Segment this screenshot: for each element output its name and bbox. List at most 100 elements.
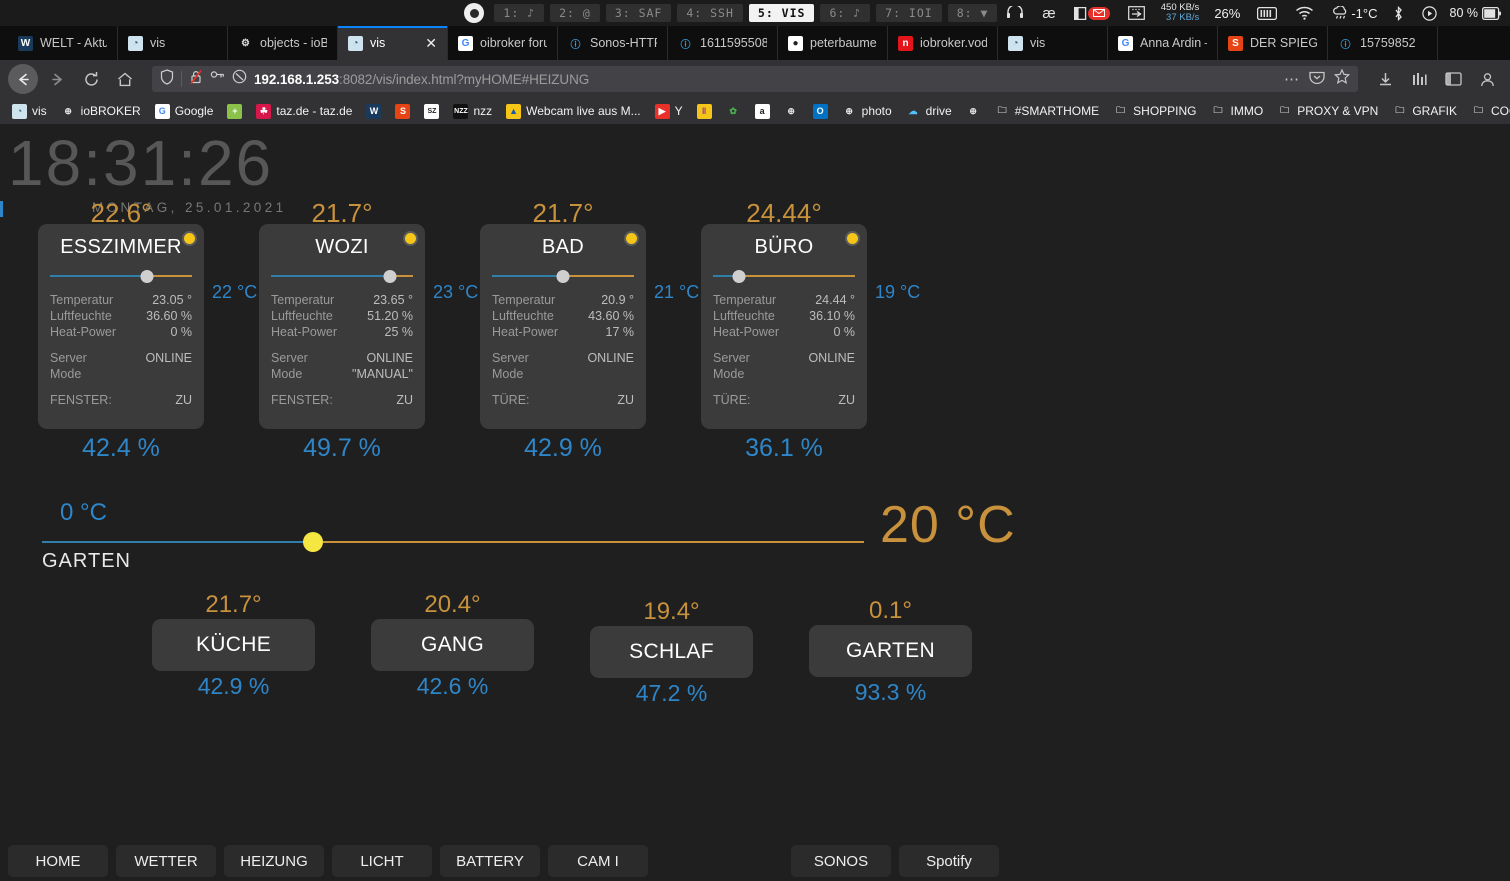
transfer-icon[interactable] — [1119, 0, 1154, 26]
bookmark-item[interactable]: SZ — [418, 102, 445, 121]
workspace-2[interactable]: 2: @ — [550, 4, 600, 22]
shield-icon[interactable] — [160, 68, 174, 90]
bookmark-item[interactable]: ☘ taz.de - taz.de — [250, 102, 358, 121]
bookmark-item[interactable]: G Google — [149, 102, 220, 121]
bookmark-star-icon[interactable] — [1333, 68, 1351, 89]
room-button-label[interactable]: KÜCHE — [152, 619, 315, 671]
bookmark-item[interactable]: ⊕ photo — [836, 102, 898, 121]
browser-tab[interactable]: ⓘ 16115955089 — [668, 26, 778, 60]
bookmark-item[interactable]: W — [360, 102, 387, 121]
nav-button-wetter[interactable]: WETTER — [116, 845, 216, 877]
bookmark-item[interactable]: ⊕ ioBROKER — [55, 102, 147, 121]
bluetooth-icon[interactable] — [1384, 0, 1413, 26]
room-button-label[interactable]: SCHLAF — [590, 626, 753, 678]
setpoint-slider[interactable] — [713, 269, 855, 283]
bookmark-item[interactable]: S — [389, 102, 416, 121]
bookmark-item[interactable]: ▶ Y — [649, 102, 689, 121]
garten-slider-thumb[interactable] — [303, 532, 324, 552]
permissions-icon[interactable] — [210, 70, 225, 89]
record-dot-icon[interactable] — [464, 3, 485, 23]
bookmark-item[interactable]: ☁ drive — [900, 102, 958, 121]
browser-tab[interactable]: G Anna Ardin – — [1108, 26, 1218, 60]
light-bulb-icon[interactable] — [403, 231, 418, 246]
nav-button-spotify[interactable]: Spotify — [899, 845, 999, 877]
browser-tab[interactable]: Goibroker foru — [448, 26, 558, 60]
nav-button-sonos[interactable]: SONOS — [791, 845, 891, 877]
slider-thumb[interactable] — [140, 270, 154, 283]
card-body[interactable]: BAD Temperatur 20.9 ° Luftfeuchte 43.60 % Hea… — [480, 224, 646, 429]
mail-icon[interactable] — [1065, 0, 1119, 26]
bookmark-item[interactable]: a — [749, 102, 776, 121]
weather-icon[interactable] — [1323, 0, 1351, 26]
bookmark-item[interactable]: 🗀 GRAFIK — [1386, 102, 1463, 121]
room-button[interactable]: 0.1° GARTEN 93.3 % — [809, 597, 972, 705]
forward-button[interactable] — [42, 64, 72, 94]
bookmark-item[interactable]: ▲ Webcam live aus M... — [500, 102, 646, 121]
setpoint-slider[interactable] — [492, 269, 634, 283]
setpoint-slider[interactable] — [271, 269, 413, 283]
play-icon[interactable] — [1413, 0, 1446, 26]
setpoint-slider[interactable] — [50, 269, 192, 283]
downloads-icon[interactable] — [1370, 64, 1400, 94]
light-bulb-icon[interactable] — [845, 231, 860, 246]
card-body[interactable]: WOZI Temperatur 23.65 ° Luftfeuchte 51.20 % H… — [259, 224, 425, 429]
card-body[interactable]: BÜRO Temperatur 24.44 ° Luftfeuchte 36.10 % H… — [701, 224, 867, 429]
battery-icon[interactable] — [1482, 0, 1506, 26]
bookmark-item[interactable]: ✿ — [720, 102, 747, 121]
tracking-protection-icon[interactable] — [232, 69, 247, 89]
library-icon[interactable] — [1404, 64, 1434, 94]
no-lock-icon[interactable] — [189, 69, 203, 90]
bookmark-item[interactable]: ⊕ — [960, 102, 987, 121]
page-scrollbar[interactable] — [0, 144, 3, 284]
nav-button-battery[interactable]: BATTERY — [440, 845, 540, 877]
bookmark-item[interactable]: NZZ nzz — [447, 102, 498, 121]
browser-tab[interactable]: ⓘ Sonos-HTTP- — [558, 26, 668, 60]
headphones-icon[interactable] — [997, 0, 1033, 26]
workspace-7[interactable]: 7: IOI — [876, 4, 942, 22]
ae-icon[interactable]: æ — [1033, 0, 1064, 26]
workspace-8[interactable]: 8: ▼ — [947, 4, 998, 22]
light-bulb-icon[interactable] — [624, 231, 639, 246]
back-button[interactable] — [8, 64, 38, 94]
browser-tab[interactable]: S DER SPIEGEL — [1218, 26, 1328, 60]
room-button-label[interactable]: GANG — [371, 619, 534, 671]
room-button[interactable]: 20.4° GANG 42.6 % — [371, 591, 534, 699]
bookmark-item[interactable]: O — [807, 102, 834, 121]
bookmark-item[interactable]: 🗀 #SMARTHOME — [989, 102, 1105, 121]
workspace-5[interactable]: 5: VIS — [748, 4, 815, 22]
workspace-switcher[interactable]: 1: ♪ 2: @ 3: SAF 4: SSH 5: VIS 6: ♪ 7: IOI 8: ▼ — [494, 4, 998, 22]
browser-tab[interactable]: W WELT - Aktue — [8, 26, 118, 60]
light-bulb-icon[interactable] — [182, 231, 197, 246]
pocket-icon[interactable] — [1309, 70, 1325, 89]
browser-tab[interactable]: ◔ vis — [998, 26, 1108, 60]
workspace-1[interactable]: 1: ♪ — [494, 4, 545, 22]
browser-tab[interactable]: ● peterbaumer — [778, 26, 888, 60]
slider-thumb[interactable] — [732, 270, 746, 283]
nav-button-home[interactable]: HOME — [8, 845, 108, 877]
bookmark-item[interactable]: ◔ vis — [6, 102, 53, 121]
browser-tab[interactable]: ◔ vis — [118, 26, 228, 60]
room-button-label[interactable]: GARTEN — [809, 625, 972, 677]
address-bar[interactable]: 192.168.1.253:8082/vis/index.html?myHOME… — [152, 66, 1358, 92]
browser-tab[interactable]: ⓘ 15759852 — [1328, 26, 1438, 60]
bookmark-item[interactable]: 🗀 COOK — [1465, 102, 1510, 121]
home-button[interactable] — [110, 64, 140, 94]
workspace-3[interactable]: 3: SAF — [605, 4, 672, 22]
workspace-6[interactable]: 6: ♪ — [820, 4, 871, 22]
browser-tab[interactable]: n iobroker.voda — [888, 26, 998, 60]
room-button[interactable]: 19.4° SCHLAF 47.2 % — [590, 598, 753, 706]
room-button[interactable]: 21.7° KÜCHE 42.9 % — [152, 591, 315, 699]
page-actions-icon[interactable]: ⋯ — [1284, 70, 1300, 88]
bookmark-item[interactable]: ‖ — [691, 102, 718, 121]
bookmark-item[interactable]: + — [221, 102, 248, 121]
browser-tab[interactable]: ◔ vis ✕ — [338, 26, 448, 60]
nav-button-licht[interactable]: LICHT — [332, 845, 432, 877]
slider-thumb[interactable] — [383, 270, 397, 283]
nav-button-heizung[interactable]: HEIZUNG — [224, 845, 324, 877]
browser-tab[interactable]: ⚙ objects - ioB — [228, 26, 338, 60]
reload-button[interactable] — [76, 64, 106, 94]
card-body[interactable]: ESSZIMMER Temperatur 23.05 ° Luftfeuchte 36.… — [38, 224, 204, 429]
nav-button-cam-i[interactable]: CAM I — [548, 845, 648, 877]
bookmark-item[interactable]: ⊕ — [778, 102, 805, 121]
sidebar-icon[interactable] — [1438, 64, 1468, 94]
